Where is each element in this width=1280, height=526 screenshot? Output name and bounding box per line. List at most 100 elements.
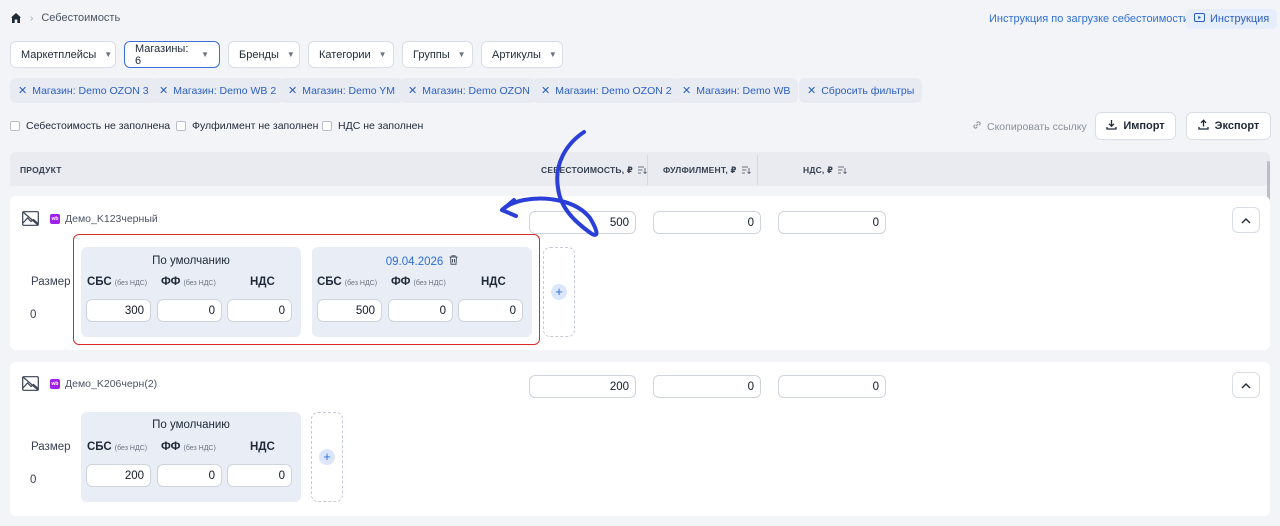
filter-chip[interactable]: ✕ Магазин: Demo WB 2 (151, 78, 285, 103)
filter-chip[interactable]: ✕ Магазин: Demo OZON (400, 78, 538, 103)
filter-groups[interactable]: Группы ▼ (402, 41, 473, 68)
link-icon (972, 120, 982, 133)
default-vat-input[interactable]: 0 (227, 299, 292, 322)
checkbox-icon[interactable] (322, 121, 332, 131)
close-icon[interactable]: ✕ (541, 84, 550, 97)
filter-marketplaces[interactable]: Маркетплейсы ▼ (10, 41, 116, 68)
size-label: Размер (31, 441, 71, 453)
sort-icon[interactable] (637, 166, 647, 176)
upload-icon (1198, 119, 1209, 133)
vat-label: НДС (250, 276, 275, 288)
default-ff-input[interactable]: 0 (157, 299, 222, 322)
checkbox-vat-empty[interactable]: НДС не заполнен (322, 120, 423, 132)
close-icon[interactable]: ✕ (408, 84, 417, 97)
copy-link-label: Скопировать ссылку (987, 120, 1087, 133)
cost-date[interactable]: 09.04.2026 (386, 256, 444, 268)
trash-icon[interactable] (449, 255, 458, 268)
image-placeholder-icon (22, 211, 39, 226)
add-date-button[interactable]: + (311, 412, 343, 502)
checkbox-icon[interactable] (10, 121, 20, 131)
default-sbs-input[interactable]: 300 (86, 299, 151, 322)
vat-header: НДС (250, 441, 275, 453)
chevron-up-icon (1241, 211, 1251, 229)
product-name[interactable]: wb Демо_K123черный (50, 213, 158, 225)
cost-input[interactable]: 200 (529, 375, 636, 398)
export-button[interactable]: Экспорт (1186, 112, 1271, 140)
checkbox-cost-empty[interactable]: Себестоимость не заполнена (10, 120, 170, 132)
default-vat-input[interactable]: 0 (227, 464, 292, 487)
image-placeholder-icon (22, 376, 39, 391)
import-label: Импорт (1123, 120, 1165, 132)
collapse-button[interactable] (1232, 207, 1260, 233)
sbs-header: СБС (без НДС) (87, 441, 147, 453)
chip-label: Магазин: Demo YM (302, 84, 396, 97)
breadcrumb-current: Себестоимость (41, 12, 121, 24)
filter-articles[interactable]: Артикулы ▼ (481, 41, 563, 68)
filter-chip[interactable]: ✕ Магазин: Demo YM (280, 78, 404, 103)
sort-icon[interactable] (838, 166, 848, 176)
dated-sbs-input[interactable]: 500 (317, 299, 382, 322)
annotation-arrow (500, 130, 599, 237)
chevron-right-icon: › (30, 12, 34, 24)
filter-label: Артикулы (492, 48, 541, 61)
filter-label: Магазины: 6 (135, 42, 189, 67)
default-sbs-input[interactable]: 200 (86, 464, 151, 487)
close-icon[interactable]: ✕ (159, 84, 168, 97)
import-button[interactable]: Импорт (1095, 112, 1176, 140)
chip-label: Магазин: Demo OZON (422, 84, 530, 97)
filter-chip[interactable]: ✕ Магазин: Demo WB (674, 78, 799, 103)
default-panel-title: По умолчанию (152, 255, 230, 267)
sort-icon[interactable] (741, 166, 751, 176)
vat-input[interactable]: 0 (778, 375, 886, 398)
video-icon (1194, 13, 1205, 25)
no-vat-note: (без НДС) (183, 445, 216, 452)
instruction-link[interactable]: Инструкция по загрузке себестоимости (989, 13, 1189, 25)
no-vat-note: (без НДС) (114, 445, 148, 452)
fulfillment-input[interactable]: 0 (653, 375, 761, 398)
checkbox-ff-empty[interactable]: Фулфилмент не заполнен (176, 120, 318, 132)
filter-chip[interactable]: ✕ Магазин: Demo OZON 2 (533, 78, 680, 103)
column-ff-label: ФУЛФИЛМЕНТ, ₽ (663, 165, 737, 175)
ff-label: ФФ (161, 276, 181, 288)
filter-stores[interactable]: Магазины: 6 ▼ (124, 41, 220, 68)
filter-label: Бренды (239, 48, 279, 61)
filter-label: Категории (319, 48, 371, 61)
ff-label: ФФ (391, 276, 411, 288)
default-ff-input[interactable]: 0 (157, 464, 222, 487)
reset-filters-button[interactable]: ✕ Сбросить фильтры (799, 78, 923, 103)
chevron-up-icon (1241, 376, 1251, 394)
fulfillment-input[interactable]: 0 (653, 211, 761, 234)
checkbox-label: Фулфилмент не заполнен (192, 120, 319, 132)
chevron-down-icon: ▼ (286, 50, 295, 59)
column-vat-label: НДС, ₽ (803, 165, 834, 175)
dated-vat-input[interactable]: 0 (458, 299, 523, 322)
column-ff[interactable]: ФУЛФИЛМЕНТ, ₽ (663, 165, 751, 176)
close-icon[interactable]: ✕ (18, 84, 27, 97)
checkbox-label: НДС не заполнен (338, 120, 424, 132)
export-label: Экспорт (1214, 120, 1260, 132)
copy-link-button[interactable]: Скопировать ссылку (972, 120, 1087, 133)
column-vat[interactable]: НДС, ₽ (803, 165, 848, 176)
instruction-button[interactable]: Инструкция (1186, 9, 1278, 29)
ff-header: ФФ (без НДС) (161, 441, 216, 453)
column-divider (647, 155, 648, 185)
chevron-down-icon: ▼ (378, 50, 387, 59)
chip-label: Магазин: Demo WB 2 (173, 84, 277, 97)
chip-label: Магазин: Demo OZON 3 (32, 84, 149, 97)
no-vat-note: (без НДС) (344, 280, 378, 287)
close-icon[interactable]: ✕ (288, 84, 297, 97)
filter-categories[interactable]: Категории ▼ (308, 41, 394, 68)
filter-brands[interactable]: Бренды ▼ (228, 41, 300, 68)
size-value: 0 (30, 474, 37, 486)
collapse-button[interactable] (1232, 372, 1260, 398)
product-name[interactable]: wb Демо_K206черн(2) (50, 378, 157, 390)
add-date-button[interactable]: + (543, 247, 575, 337)
filter-chip[interactable]: ✕ Магазин: Demo OZON 3 (10, 78, 157, 103)
vat-input[interactable]: 0 (778, 211, 886, 234)
home-icon[interactable] (10, 12, 22, 24)
no-vat-note: (без НДС) (413, 280, 446, 287)
dated-ff-input[interactable]: 0 (388, 299, 453, 322)
close-icon[interactable]: ✕ (682, 84, 691, 97)
checkbox-icon[interactable] (176, 121, 186, 131)
no-vat-note: (без НДС) (183, 280, 216, 287)
